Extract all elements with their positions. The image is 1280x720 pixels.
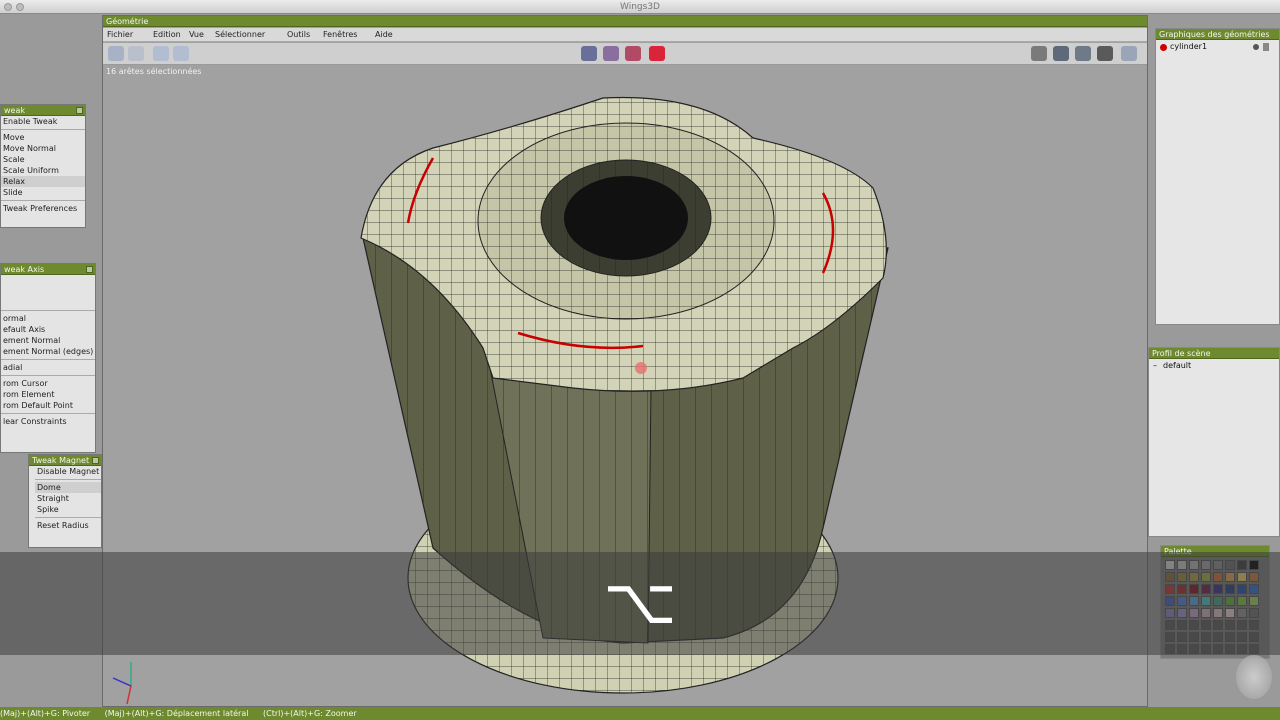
axis-radial-item[interactable]: adial <box>1 362 95 373</box>
axes-icon[interactable] <box>1121 46 1137 61</box>
axis-from-element-item[interactable]: rom Element <box>1 389 95 400</box>
status-hint-pan: (Maj)+(Alt)+G: Déplacement latéral <box>104 709 249 718</box>
axis-z-item[interactable] <box>1 297 95 308</box>
groundplane-icon[interactable] <box>1031 46 1047 61</box>
scene-profile-title: Profil de scène <box>1149 348 1279 359</box>
scene-profile-panel: Profil de scène – default <box>1148 347 1280 537</box>
tweak-scale-item[interactable]: Scale <box>1 154 85 165</box>
tweak-scale-uniform-item[interactable]: Scale Uniform <box>1 165 85 176</box>
clear-constraints-item[interactable]: lear Constraints <box>1 416 95 427</box>
save-icon[interactable] <box>128 46 144 61</box>
shaded-icon[interactable] <box>1075 46 1091 61</box>
divider <box>1 200 85 201</box>
geometry-graph-panel: Graphiques des géométries cylinder1 <box>1155 28 1280 325</box>
toolbar <box>103 43 1147 65</box>
axis-element-normal-edges-item[interactable]: ement Normal (edges) <box>1 346 95 357</box>
divider <box>1 375 95 376</box>
status-bar: (Maj)+(Alt)+G: Pivoter (Maj)+(Alt)+G: Dé… <box>0 707 1280 720</box>
face-select-icon[interactable] <box>625 46 641 61</box>
geometry-window-title: Géométrie <box>103 16 1147 27</box>
vertex-select-icon[interactable] <box>581 46 597 61</box>
status-hint-zoom: (Ctrl)+(Alt)+G: Zoomer <box>263 709 357 718</box>
smooth-preview-icon[interactable] <box>1053 46 1069 61</box>
magnet-spike-item[interactable]: Spike <box>35 504 101 515</box>
divider <box>1 129 85 130</box>
divider <box>1 359 95 360</box>
tweak-panel: weak Enable Tweak Move Move Normal Scale… <box>0 104 86 228</box>
menu-outils[interactable]: Outils <box>287 28 323 42</box>
axis-gizmo <box>112 662 132 705</box>
magnet-straight-item[interactable]: Straight <box>35 493 101 504</box>
geometry-graph-title: Graphiques des géométries <box>1156 29 1279 40</box>
lock-icon[interactable] <box>1263 43 1269 51</box>
menu-bar: Fichier Edition Vue Sélectionner Outils Fenêt… <box>103 28 1147 42</box>
magnet-dome-item[interactable]: Dome <box>35 482 101 493</box>
tweak-relax-item[interactable]: Relax <box>1 176 85 187</box>
new-file-icon[interactable] <box>108 46 124 61</box>
close-icon[interactable] <box>76 107 83 114</box>
body-select-icon[interactable] <box>649 46 665 61</box>
tweak-preferences-item[interactable]: Tweak Preferences <box>1 203 85 214</box>
divider <box>35 517 101 518</box>
object-name[interactable]: cylinder1 <box>1170 42 1207 51</box>
selection-info: 16 arêtes sélectionnées <box>106 67 202 76</box>
reset-radius-item[interactable]: Reset Radius <box>35 520 101 531</box>
enable-tweak-item[interactable]: Enable Tweak <box>1 116 85 127</box>
menu-aide[interactable]: Aide <box>375 28 405 42</box>
menu-vue[interactable]: Vue <box>189 28 215 42</box>
axis-element-normal-item[interactable]: ement Normal <box>1 335 95 346</box>
close-icon[interactable] <box>92 457 99 464</box>
visibility-icon[interactable] <box>1160 44 1167 51</box>
axis-from-default-point-item[interactable]: rom Default Point <box>1 400 95 411</box>
menu-selectionner[interactable]: Sélectionner <box>215 28 287 42</box>
scene-profile-item[interactable]: default <box>1163 361 1191 370</box>
axis-normal-item[interactable]: ormal <box>1 313 95 324</box>
tweak-magnet-title: Tweak Magnet <box>29 455 101 466</box>
edge-select-icon[interactable] <box>603 46 619 61</box>
scene-profile-row[interactable]: – default <box>1149 361 1279 373</box>
redo-icon[interactable] <box>173 46 189 61</box>
axis-default-item[interactable]: efault Axis <box>1 324 95 335</box>
close-icon[interactable] <box>86 266 93 273</box>
window-title: Wings3D <box>620 2 660 12</box>
menu-edition[interactable]: Edition <box>153 28 189 42</box>
tweak-slide-item[interactable]: Slide <box>1 187 85 198</box>
axis-y-item[interactable] <box>1 286 95 297</box>
eye-icon[interactable] <box>1253 44 1259 50</box>
logo-watermark <box>1236 655 1272 699</box>
menu-fichier[interactable]: Fichier <box>107 28 153 42</box>
undo-icon[interactable] <box>153 46 169 61</box>
graph-row[interactable]: cylinder1 <box>1156 42 1279 54</box>
tweak-magnet-panel: Tweak Magnet Disable Magnet Dome Straigh… <box>28 454 102 548</box>
divider <box>35 479 101 480</box>
divider <box>1 310 95 311</box>
option-key-icon: ⌥ <box>603 565 677 639</box>
tweak-panel-title: weak <box>1 105 85 116</box>
divider <box>1 413 95 414</box>
window-titlebar: Wings3D <box>0 0 1280 14</box>
tweak-axis-panel: weak Axis ormal efault Axis ement Normal… <box>0 263 96 453</box>
tweak-move-item[interactable]: Move <box>1 132 85 143</box>
menu-fenetres[interactable]: Fenêtres <box>323 28 375 42</box>
axis-x-item[interactable] <box>1 275 95 286</box>
disable-magnet-item[interactable]: Disable Magnet <box>35 466 101 477</box>
wireframe-icon[interactable] <box>1097 46 1113 61</box>
keystroke-overlay: ⌥ <box>0 552 1280 655</box>
tweak-move-normal-item[interactable]: Move Normal <box>1 143 85 154</box>
dash-icon: – <box>1153 361 1157 370</box>
status-hint-rotate: (Maj)+(Alt)+G: Pivoter <box>0 709 91 718</box>
tweak-axis-title: weak Axis <box>1 264 95 275</box>
axis-from-cursor-item[interactable]: rom Cursor <box>1 378 95 389</box>
